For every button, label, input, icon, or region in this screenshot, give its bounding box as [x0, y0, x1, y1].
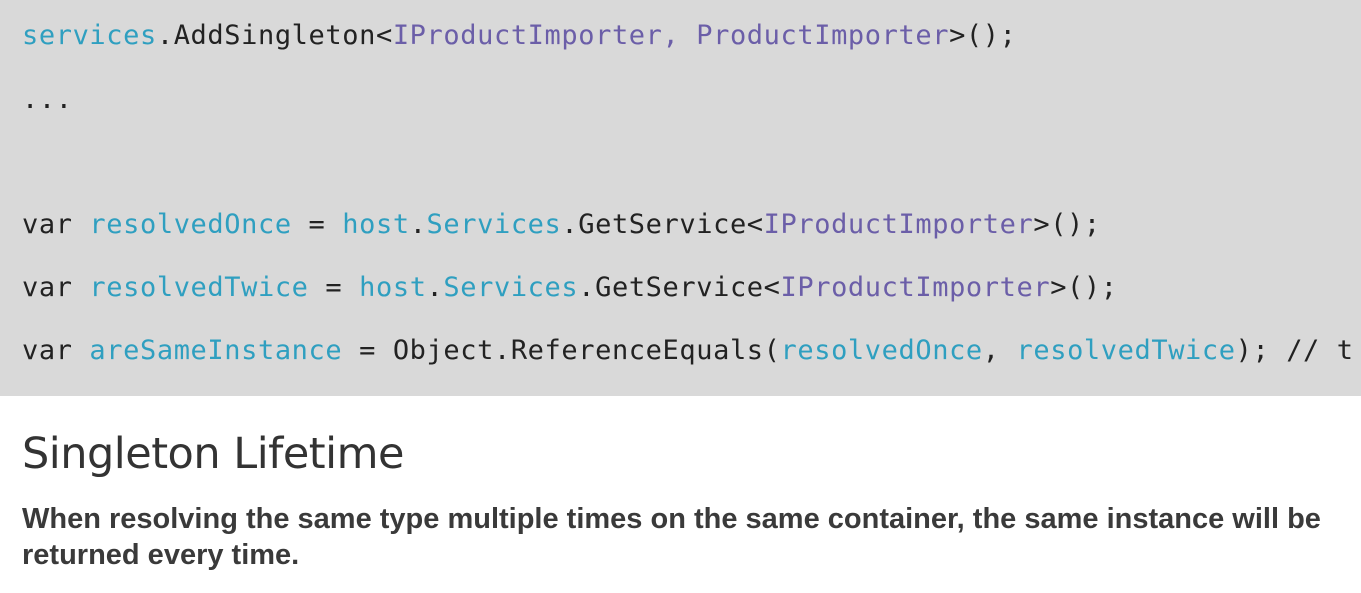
code-token-call-end: >();	[1033, 209, 1101, 240]
code-token-interface: IProductImporter	[763, 209, 1034, 240]
code-token-implementation: ProductImporter	[696, 20, 950, 51]
code-token-services: services	[22, 20, 157, 51]
code-line-resolved-twice: var resolvedTwice = host.Services.GetSer…	[22, 272, 1118, 304]
code-token-are-same-instance: areSameInstance	[89, 335, 343, 366]
code-token-comma: ,	[982, 335, 1017, 366]
code-token-add-singleton: .AddSingleton<	[156, 20, 393, 51]
code-token-interface: IProductImporter,	[392, 20, 680, 51]
code-line-are-same-instance: var areSameInstance = Object.ReferenceEq…	[22, 335, 1354, 367]
code-keyword-var: var	[22, 335, 90, 366]
code-token-assign: =	[308, 272, 360, 303]
code-block: services.AddSingleton<IProductImporter, …	[0, 0, 1361, 396]
code-token-call-end: >();	[949, 20, 1017, 51]
slide-description: When resolving the same type multiple ti…	[22, 503, 1321, 571]
code-token-host: host	[342, 209, 410, 240]
code-line-add-singleton: services.AddSingleton<IProductImporter, …	[22, 20, 1017, 52]
code-token-interface: IProductImporter	[780, 272, 1051, 303]
code-keyword-var: var	[22, 209, 90, 240]
code-line-ellipsis: ...	[22, 84, 73, 115]
code-token-services-property: Services	[426, 209, 562, 240]
code-line-resolved-once: var resolvedOnce = host.Services.GetServ…	[22, 209, 1101, 241]
code-token-truncated-comment: ); // t	[1235, 335, 1354, 366]
code-token-resolved-twice: resolvedTwice	[89, 272, 309, 303]
code-token-arg-resolved-once: resolvedOnce	[780, 335, 983, 366]
code-token-call-end: >();	[1050, 272, 1118, 303]
code-token-get-service: .GetService<	[561, 209, 764, 240]
code-keyword-var: var	[22, 272, 90, 303]
code-token-services-property: Services	[443, 272, 579, 303]
code-token-resolved-once: resolvedOnce	[89, 209, 292, 240]
code-token-reference-equals: = Object.ReferenceEquals(	[342, 335, 781, 366]
code-token-assign: =	[291, 209, 343, 240]
code-token-get-service: .GetService<	[578, 272, 781, 303]
slide-title: Singleton Lifetime	[22, 429, 404, 479]
code-token-host: host	[359, 272, 427, 303]
code-token-dot: .	[409, 209, 427, 240]
code-token-dot: .	[426, 272, 444, 303]
code-token-arg-resolved-twice: resolvedTwice	[1016, 335, 1236, 366]
